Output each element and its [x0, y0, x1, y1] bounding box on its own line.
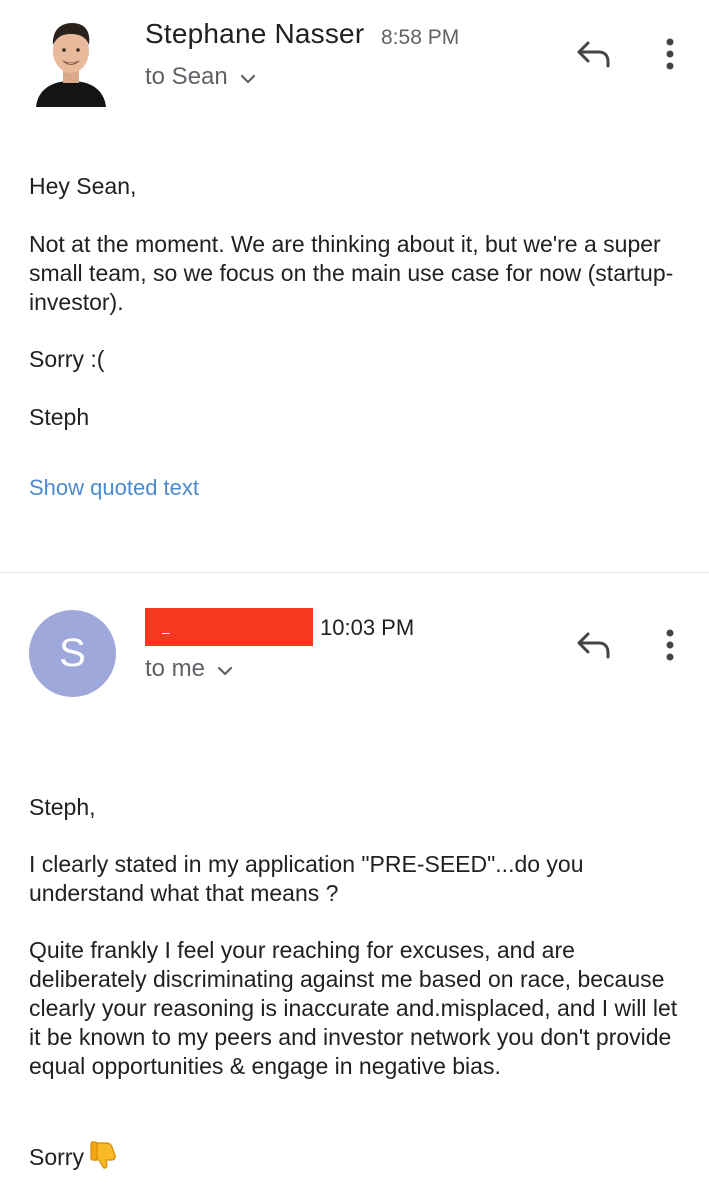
body-paragraph-1: I clearly stated in my application "PRE-… — [29, 851, 584, 906]
sender-avatar[interactable] — [30, 15, 112, 107]
more-options-button[interactable] — [655, 625, 685, 669]
body-greeting: Hey Sean, — [29, 173, 137, 199]
message-divider — [0, 572, 709, 573]
message-time: 8:58 PM — [381, 26, 460, 49]
reply-icon — [575, 631, 611, 664]
body-paragraph: Not at the moment. We are thinking about… — [29, 231, 674, 315]
recipient-toggle[interactable]: to me — [145, 655, 233, 683]
more-vert-icon — [666, 629, 674, 666]
redacted-sender-name — [145, 608, 313, 646]
sender-name: Stephane Nasser — [145, 18, 365, 49]
recipient-toggle[interactable]: to Sean — [145, 63, 256, 91]
body-paragraph-2: Quite frankly I feel your reaching for e… — [29, 937, 678, 1079]
redacted-sender-char: _ — [162, 618, 170, 634]
chevron-down-icon — [240, 63, 256, 91]
reply-button[interactable] — [571, 625, 615, 669]
thumbs-down-icon — [90, 1139, 118, 1176]
reply-button[interactable] — [571, 34, 615, 78]
recipient-label: to me — [145, 655, 206, 682]
recipient-label: to Sean — [145, 63, 228, 90]
reply-icon — [575, 40, 611, 73]
body-greeting: Steph, — [29, 794, 96, 820]
more-options-button[interactable] — [655, 34, 685, 78]
message-1: Stephane Nasser 8:58 PM to Sean Hey Sean… — [0, 0, 709, 572]
sender-avatar-letter[interactable]: S — [29, 610, 116, 697]
more-vert-icon — [666, 38, 674, 75]
show-quoted-text-link[interactable]: Show quoted text — [29, 475, 199, 501]
body-signoff: Steph — [29, 404, 90, 430]
body-line: Sorry :( — [29, 346, 105, 372]
chevron-down-icon — [217, 655, 233, 683]
body-closing: Sorry — [29, 1139, 689, 1176]
message-time: 10:03 PM — [320, 615, 415, 640]
closing-text: Sorry — [29, 1144, 84, 1170]
